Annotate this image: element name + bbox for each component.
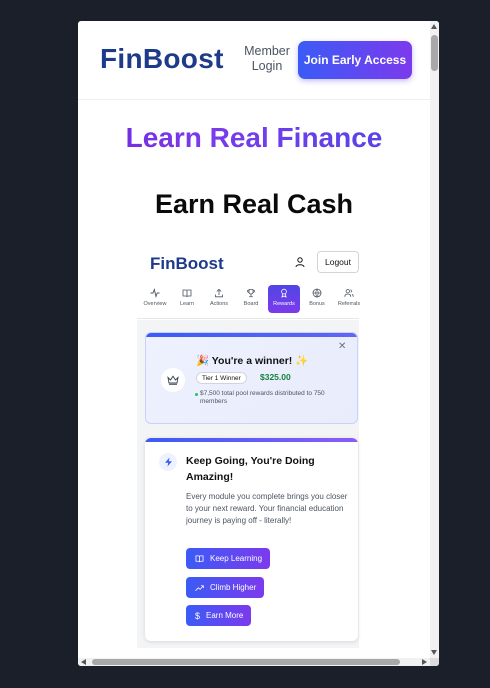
tab-label: Referrals	[337, 301, 361, 307]
scroll-up-arrow[interactable]	[431, 24, 437, 29]
card-accent-bar	[145, 438, 358, 442]
book-icon	[182, 289, 192, 298]
logout-button[interactable]: Logout	[317, 251, 359, 273]
activity-icon	[150, 288, 160, 298]
tab-learn[interactable]: Learn	[171, 285, 203, 313]
tab-label: Actions	[209, 301, 229, 307]
tier-badge: Tier 1 Winner	[196, 372, 247, 384]
site-header: FinBoost Member Login Join Early Access	[78, 21, 430, 100]
crown-icon	[167, 375, 179, 385]
scrollbar-corner	[430, 658, 439, 666]
status-dot	[195, 393, 198, 396]
tab-board[interactable]: Board	[235, 285, 267, 313]
vertical-scroll-thumb[interactable]	[431, 35, 438, 71]
trophy-icon	[247, 289, 255, 298]
dollar-icon: $	[195, 610, 201, 621]
keep-learning-button[interactable]: Keep Learning	[186, 548, 271, 569]
winner-title: 🎉 You're a winner! ✨	[196, 355, 309, 367]
close-icon[interactable]: ✕	[338, 341, 346, 352]
horizontal-scroll-thumb[interactable]	[92, 659, 400, 665]
vertical-scrollbar[interactable]	[430, 21, 439, 658]
member-login-link[interactable]: Member Login	[241, 44, 293, 74]
book-icon	[195, 554, 204, 562]
keep-going-card: Keep Going, You're Doing Amazing! Every …	[145, 438, 358, 641]
tab-label: Learn	[179, 301, 195, 307]
tab-label: Rewards	[273, 301, 295, 307]
card-accent-bar	[146, 333, 357, 337]
tab-label: Overview	[143, 301, 167, 307]
scroll-right-arrow[interactable]	[422, 659, 427, 665]
app-body: ✕ 🎉 You're a winner! ✨ Tier 1 Winner $32…	[137, 320, 359, 648]
tab-bonus[interactable]: Bonus	[301, 285, 333, 313]
app-logo: FinBoost	[150, 254, 224, 273]
users-icon	[344, 289, 354, 297]
crown-badge	[161, 368, 185, 392]
earn-more-button[interactable]: $ Earn More	[186, 605, 252, 626]
tab-label: Board	[243, 301, 259, 307]
tab-overview[interactable]: Overview	[139, 285, 171, 313]
trending-up-icon	[195, 584, 204, 591]
globe-icon	[312, 288, 322, 298]
browser-window: FinBoost Member Login Join Early Access …	[78, 21, 439, 666]
upload-icon	[215, 288, 223, 298]
button-label: Earn More	[206, 611, 244, 620]
tab-rewards[interactable]: Rewards	[268, 285, 300, 313]
user-icon[interactable]	[294, 256, 306, 268]
bolt-badge	[159, 453, 177, 471]
join-early-access-button[interactable]: Join Early Access	[298, 41, 412, 79]
scroll-left-arrow[interactable]	[81, 659, 86, 665]
keep-going-text: Every module you complete brings you clo…	[186, 492, 348, 525]
scroll-down-arrow[interactable]	[431, 650, 437, 655]
lightning-icon	[164, 457, 172, 467]
reward-amount: $325.00	[260, 372, 291, 382]
climb-higher-button[interactable]: Climb Higher	[186, 577, 265, 598]
tab-actions[interactable]: Actions	[203, 285, 235, 313]
app-header: FinBoost Logout	[137, 243, 359, 283]
award-icon	[281, 288, 287, 298]
page-viewport: FinBoost Member Login Join Early Access …	[78, 21, 430, 658]
pool-description: $7,500 total pool rewards distributed to…	[200, 390, 325, 405]
app-preview: FinBoost Logout Overview Learn Actions B…	[137, 243, 360, 648]
hero-subheadline: Earn Real Cash	[154, 189, 354, 219]
hero-headline: Learn Real Finance	[78, 122, 430, 153]
tab-referrals[interactable]: Referrals	[333, 285, 365, 313]
horizontal-scrollbar[interactable]	[78, 658, 430, 666]
winner-card: ✕ 🎉 You're a winner! ✨ Tier 1 Winner $32…	[145, 332, 358, 424]
keep-going-title: Keep Going, You're Doing Amazing!	[186, 455, 315, 483]
button-label: Climb Higher	[210, 583, 257, 592]
button-label: Keep Learning	[210, 554, 263, 563]
app-tab-bar: Overview Learn Actions Board Rewards Bon…	[137, 283, 360, 319]
tab-label: Bonus	[309, 301, 325, 307]
finboost-logo[interactable]: FinBoost	[100, 43, 224, 75]
